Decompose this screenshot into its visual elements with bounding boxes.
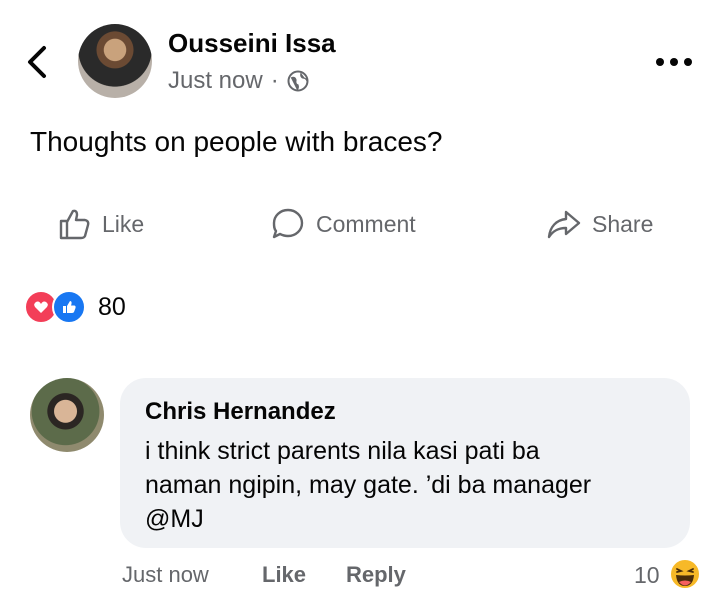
comment-reply-button[interactable]: Reply xyxy=(346,562,406,588)
author-avatar[interactable] xyxy=(78,24,152,98)
post-meta: Just now · xyxy=(168,67,309,95)
comment-button[interactable]: Comment xyxy=(270,204,416,244)
back-arrow-icon[interactable] xyxy=(22,42,54,82)
like-reaction-icon xyxy=(52,290,86,324)
comment-text-line: naman ngipin, may gate. ’di ba manager xyxy=(145,471,592,499)
reaction-summary[interactable]: 80 xyxy=(24,290,126,324)
commenter-name[interactable]: Chris Hernandez xyxy=(145,398,336,426)
comment-mention[interactable]: @MJ xyxy=(145,502,204,536)
share-label: Share xyxy=(592,210,654,237)
post-timestamp: Just now xyxy=(168,67,263,94)
globe-icon xyxy=(287,70,309,92)
comment-bubble-icon xyxy=(272,208,304,239)
comment-like-button[interactable]: Like xyxy=(262,562,306,588)
share-button[interactable]: Share xyxy=(546,204,653,244)
comment-label: Comment xyxy=(316,210,416,237)
author-name[interactable]: Ousseini Issa xyxy=(168,28,336,59)
post-text: Thoughts on people with braces? xyxy=(30,126,443,157)
meta-separator: · xyxy=(270,67,279,94)
comment-text-line: i think strict parents nila kasi pati ba xyxy=(145,437,540,465)
thumbs-up-icon xyxy=(59,209,90,240)
like-label: Like xyxy=(102,210,145,237)
more-options-icon[interactable] xyxy=(652,52,696,72)
comment-reaction-count[interactable]: 10 xyxy=(634,562,660,589)
commenter-avatar[interactable] xyxy=(30,378,104,452)
like-button[interactable]: Like xyxy=(56,204,144,244)
share-arrow-icon xyxy=(547,210,581,239)
haha-emoji-icon[interactable] xyxy=(668,557,702,591)
reaction-count: 80 xyxy=(98,292,126,321)
comment-timestamp: Just now xyxy=(122,562,209,587)
